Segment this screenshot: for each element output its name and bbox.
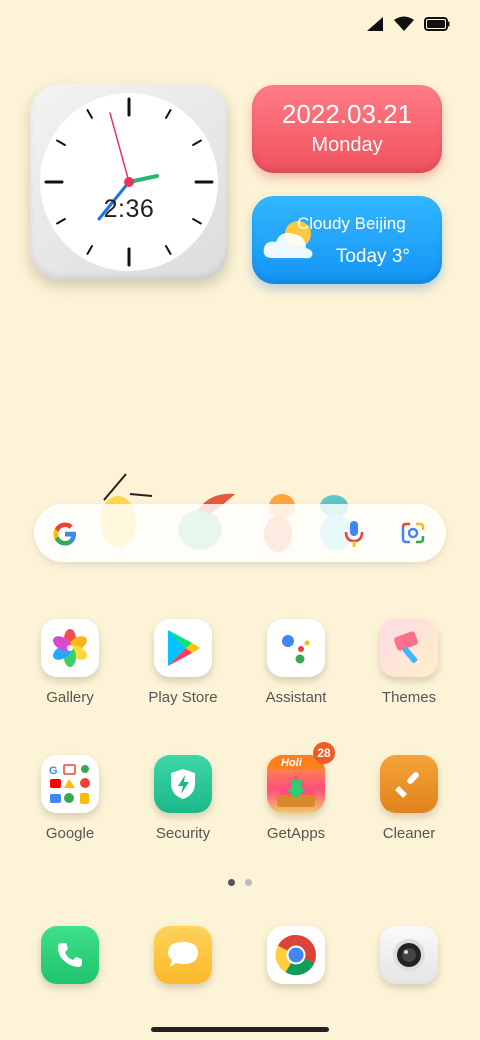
weather-widget[interactable]: Cloudy Beijing Today 3°	[252, 196, 442, 284]
app-label: Gallery	[46, 689, 94, 706]
signal-icon	[367, 17, 383, 31]
play-store-icon[interactable]	[154, 619, 212, 677]
cleaner-icon[interactable]	[380, 755, 438, 813]
app-label: Assistant	[265, 689, 327, 706]
digital-time: 2:36	[103, 195, 155, 223]
status-bar	[366, 16, 450, 32]
getapps-icon-text: Holi	[281, 757, 303, 769]
gallery-icon[interactable]	[41, 619, 99, 677]
assistant-icon[interactable]	[267, 619, 325, 677]
notification-badge: 28	[313, 742, 335, 764]
app-label: GetApps	[266, 825, 326, 842]
app-security[interactable]: Security	[133, 755, 233, 842]
home-indicator-bar[interactable]	[151, 1027, 329, 1032]
page-dot	[245, 879, 252, 886]
app-cleaner[interactable]: Cleaner	[359, 755, 459, 842]
page-indicator	[228, 879, 252, 886]
google-icon[interactable]	[50, 519, 80, 549]
page-dot-active	[228, 879, 235, 886]
getapps-icon[interactable]: Holi	[267, 755, 325, 813]
date-text: 2022.03.21	[281, 99, 413, 129]
microphone-icon[interactable]	[342, 520, 366, 548]
security-icon[interactable]	[154, 755, 212, 813]
google-folder-icon[interactable]: G	[41, 755, 99, 813]
svg-text:G: G	[49, 765, 58, 777]
dock-camera[interactable]	[359, 926, 459, 984]
weekday-text: Monday	[311, 134, 383, 156]
app-label: Play Store	[148, 689, 218, 706]
dock-phone[interactable]	[20, 926, 120, 984]
google-lens-icon[interactable]	[400, 521, 426, 545]
app-gallery[interactable]: Gallery	[20, 619, 120, 706]
phone-icon[interactable]	[41, 926, 99, 984]
app-label: Security	[155, 825, 211, 842]
battery-icon	[424, 17, 450, 31]
themes-icon[interactable]	[380, 619, 438, 677]
app-play-store[interactable]: Play Store	[133, 619, 233, 706]
messages-icon[interactable]	[154, 926, 212, 984]
app-getapps[interactable]: 28 Holi GetApps	[246, 742, 346, 842]
chrome-icon[interactable]	[267, 926, 325, 984]
app-label: Google	[45, 825, 95, 842]
google-search-bar[interactable]	[34, 504, 446, 562]
weather-condition: Cloudy Beijing	[297, 214, 406, 233]
app-themes[interactable]: Themes	[359, 619, 459, 706]
dock-messages[interactable]	[133, 926, 233, 984]
app-label: Themes	[381, 689, 437, 706]
analog-clock-face: 2:36	[40, 93, 218, 271]
app-assistant[interactable]: Assistant	[246, 619, 346, 706]
wifi-icon	[394, 16, 414, 31]
date-widget[interactable]: 2022.03.21 Monday	[252, 85, 442, 173]
second-hand	[109, 112, 130, 183]
clock-widget[interactable]: 2:36	[30, 84, 228, 280]
app-label: Cleaner	[382, 825, 436, 842]
weather-temperature: Today 3°	[335, 246, 410, 267]
dock-chrome[interactable]	[246, 926, 346, 984]
camera-icon[interactable]	[380, 926, 438, 984]
clock-ticks	[44, 97, 214, 267]
app-google-folder[interactable]: G Google	[20, 755, 120, 842]
